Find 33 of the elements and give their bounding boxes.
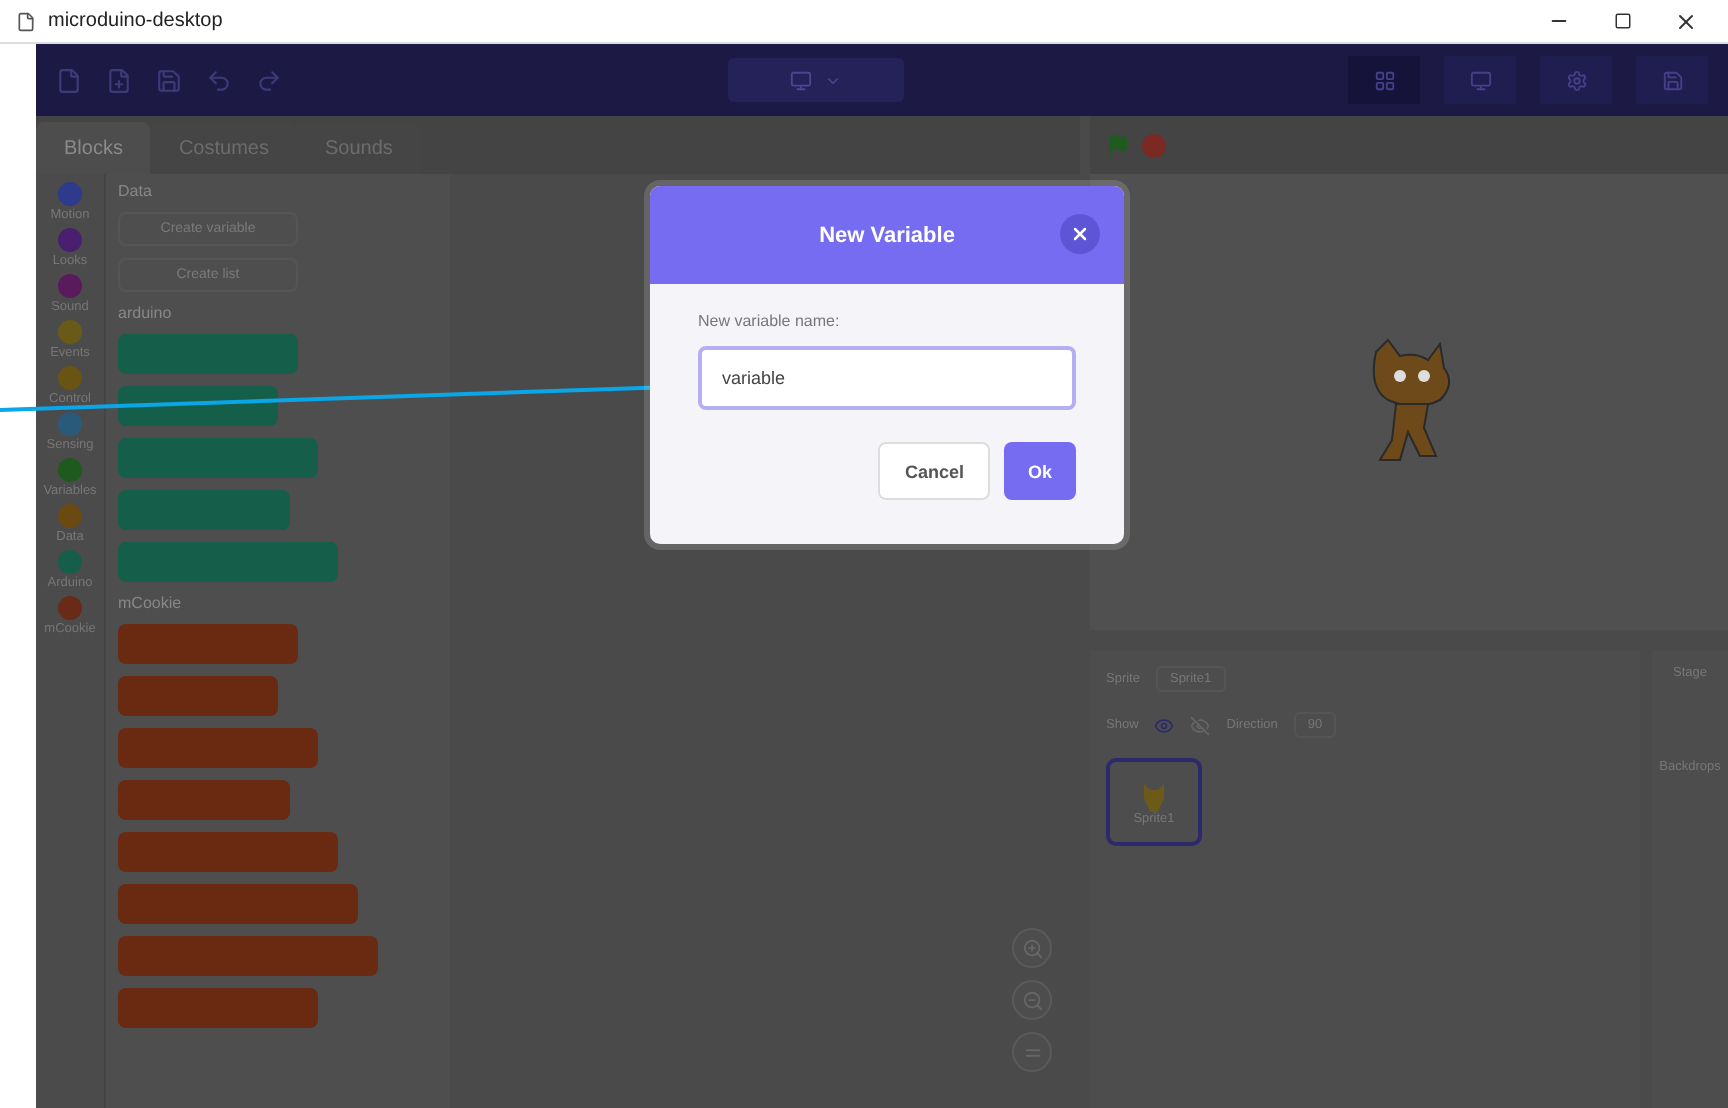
variable-name-field[interactable]: variable (698, 346, 1076, 410)
toolbar-icon[interactable] (56, 67, 82, 93)
eye-off-icon[interactable] (1190, 715, 1211, 735)
toolbar-icon[interactable] (106, 67, 132, 93)
toolbar-icon[interactable] (1444, 56, 1516, 104)
reset-zoom-icon[interactable] (1012, 1032, 1052, 1072)
flag-icon[interactable] (1106, 133, 1130, 157)
toolbar-icon[interactable] (1636, 56, 1708, 104)
dialog-header: New Variable (650, 186, 1124, 284)
zoom-in-icon[interactable] (1012, 928, 1052, 968)
toolbar-icon[interactable] (156, 67, 182, 93)
field-label: New variable name: (698, 312, 842, 330)
maximize-icon[interactable] (1613, 12, 1631, 30)
ok-button[interactable]: Ok (1003, 442, 1076, 500)
grid-icon[interactable] (1348, 56, 1420, 104)
code-block[interactable] (118, 386, 278, 426)
device-dropdown[interactable] (727, 58, 903, 102)
settings-icon[interactable] (1540, 56, 1612, 104)
window-title: microduino-desktop (48, 10, 225, 32)
close-icon[interactable] (1674, 9, 1698, 33)
zoom-out-icon[interactable] (1012, 980, 1052, 1020)
section-title: Data (118, 182, 154, 200)
document-icon (16, 11, 36, 31)
section-title: arduino (118, 304, 174, 322)
monitor-icon (789, 69, 811, 91)
editor-tab[interactable]: Blocks (36, 122, 151, 174)
cat-icon (1140, 779, 1168, 811)
section-title: mCookie (118, 594, 184, 612)
cancel-button[interactable]: Cancel (878, 442, 990, 500)
toolbar-icon[interactable] (256, 67, 282, 93)
toolbar-icon[interactable] (206, 67, 232, 93)
eye-icon[interactable] (1154, 715, 1175, 735)
stop-icon[interactable] (1142, 133, 1166, 157)
